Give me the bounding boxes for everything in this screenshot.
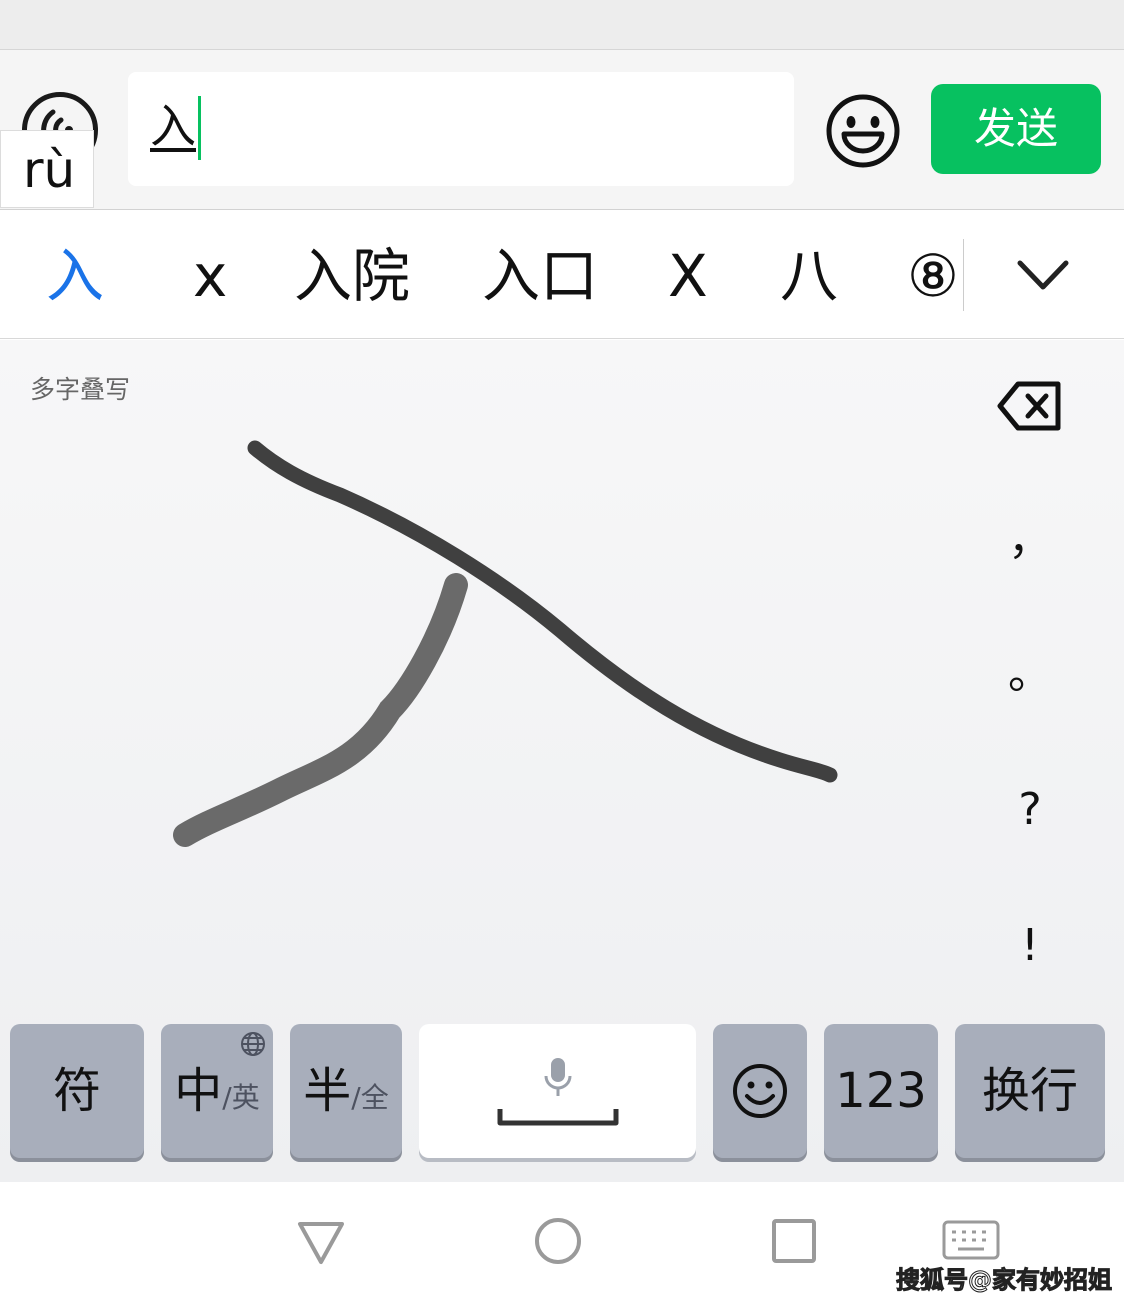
symbol-key[interactable]: 符 (10, 1024, 144, 1158)
nav-back-icon[interactable] (296, 1220, 346, 1266)
expand-candidates-button[interactable] (1014, 251, 1072, 301)
text-caret (198, 96, 201, 160)
punctuation-exclamation[interactable]: ! (990, 916, 1070, 976)
candidate-item[interactable]: 八 (780, 241, 838, 311)
space-bar-icon (497, 1109, 619, 1126)
handwriting-strokes (173, 440, 838, 847)
punctuation-question[interactable]: ? (990, 780, 1070, 840)
watermark: 搜狐号@家有妙招姐 (896, 1266, 1113, 1295)
stroke-right-falling (247, 440, 838, 783)
emoji-button[interactable] (824, 92, 902, 170)
language-switch-key[interactable]: 中/英 (161, 1024, 273, 1158)
nav-keyboard-icon[interactable] (942, 1220, 1000, 1260)
globe-icon (241, 1032, 265, 1056)
stroke-left-falling (173, 573, 468, 847)
message-input[interactable]: 入 (128, 72, 794, 186)
candidate-bar: 入 x 入院 入口 X 八 ⑧ (0, 211, 1124, 339)
composing-text: 入 (150, 99, 196, 153)
system-nav-bar: 搜狐号@家有妙招姐 (0, 1182, 1124, 1300)
send-button[interactable]: 发送 (931, 84, 1101, 174)
nav-home-icon[interactable] (533, 1216, 583, 1266)
enter-key[interactable]: 换行 (955, 1024, 1105, 1158)
chat-input-bar: rù 入 发送 (0, 50, 1124, 210)
numbers-key[interactable]: 123 (824, 1024, 938, 1158)
chevron-down-icon (1017, 260, 1069, 290)
candidate-item[interactable]: X (668, 241, 708, 311)
candidate-divider (963, 239, 964, 311)
width-switch-key[interactable]: 半/全 (290, 1024, 402, 1158)
candidate-item[interactable]: 入口 (482, 241, 598, 311)
space-key[interactable] (419, 1024, 696, 1158)
punctuation-period[interactable]: 。 (990, 644, 1070, 704)
handwriting-pad[interactable]: 多字叠写 ， 。 ? ! 符 中/英 半/全 123 换行 (0, 340, 1124, 1182)
candidate-item[interactable]: ⑧ (907, 241, 959, 311)
backspace-icon (997, 381, 1061, 431)
smiley-key-icon (733, 1064, 787, 1118)
punctuation-comma[interactable]: ， (990, 510, 1070, 570)
handwriting-mode-label[interactable]: 多字叠写 (30, 370, 130, 406)
nav-recents-icon[interactable] (771, 1218, 817, 1264)
microphone-icon (544, 1058, 572, 1096)
status-strip (0, 0, 1124, 50)
pinyin-composition: rù (0, 130, 94, 208)
candidate-item[interactable]: 入 (46, 241, 104, 311)
emoji-key[interactable] (713, 1024, 807, 1158)
candidate-item[interactable]: 入院 (294, 241, 410, 311)
emoji-icon (826, 94, 900, 168)
backspace-button[interactable] (996, 376, 1064, 436)
candidate-item[interactable]: x (193, 241, 227, 311)
